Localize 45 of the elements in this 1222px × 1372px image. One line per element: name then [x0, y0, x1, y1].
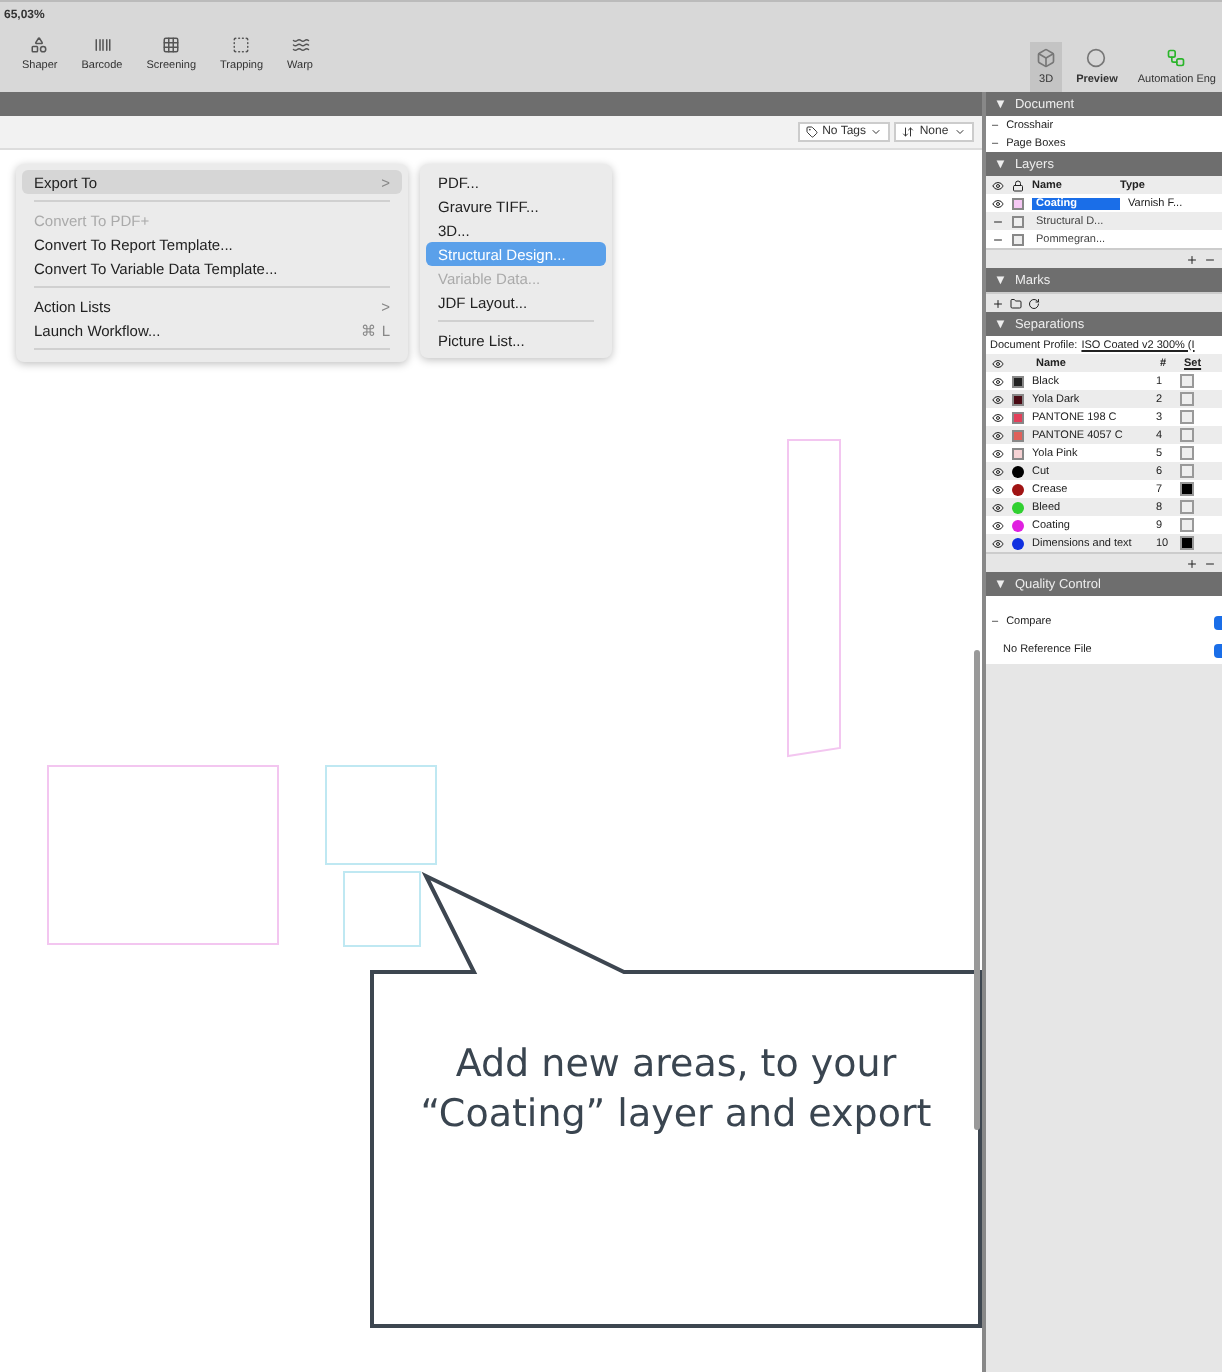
- sort-icon: [902, 126, 914, 138]
- shaper-icon: [30, 36, 49, 54]
- eye-icon[interactable]: [992, 411, 1004, 423]
- checkbox[interactable]: [1180, 464, 1194, 478]
- checkbox[interactable]: [1180, 446, 1194, 460]
- folder-icon[interactable]: [1010, 297, 1022, 309]
- tag-icon: [806, 126, 819, 138]
- eye-icon[interactable]: [992, 447, 1004, 459]
- checkbox[interactable]: [1180, 482, 1194, 496]
- eye-icon[interactable]: [992, 483, 1004, 495]
- eye-icon[interactable]: [992, 429, 1004, 441]
- checkbox[interactable]: [1180, 536, 1194, 550]
- eye-icon[interactable]: [992, 375, 1004, 387]
- cube-icon: [1036, 48, 1057, 68]
- add-icon[interactable]: [1186, 253, 1198, 265]
- checkbox[interactable]: [1180, 392, 1194, 406]
- eye-icon[interactable]: [992, 537, 1004, 549]
- remove-icon[interactable]: [1204, 557, 1216, 569]
- add-icon[interactable]: [1186, 557, 1198, 569]
- refresh-icon[interactable]: [1028, 297, 1040, 309]
- lock-icon[interactable]: [1012, 179, 1024, 191]
- chevron-down-icon: [870, 126, 882, 138]
- warp-icon: [291, 36, 310, 54]
- preview-icon: [1086, 48, 1107, 68]
- eye-icon[interactable]: [992, 501, 1004, 513]
- eye-icon[interactable]: [992, 519, 1004, 531]
- barcode-icon: [93, 36, 111, 54]
- eye-icon[interactable]: [992, 197, 1004, 209]
- callout-text: Add new areas, to your “Coating” layer and export: [418, 1040, 934, 1139]
- checkbox[interactable]: [1180, 518, 1194, 532]
- eye-icon[interactable]: [992, 179, 1004, 191]
- checkbox[interactable]: [1180, 500, 1194, 514]
- checkbox[interactable]: [1180, 410, 1194, 424]
- add-icon[interactable]: [992, 297, 1004, 309]
- eye-icon[interactable]: [992, 357, 1004, 369]
- trapping-icon: [232, 36, 251, 54]
- screening-icon: [162, 36, 181, 54]
- chevron-down-icon: [954, 126, 966, 138]
- automation-icon: [1166, 48, 1187, 68]
- checkbox[interactable]: [1180, 374, 1194, 388]
- eye-icon[interactable]: [992, 465, 1004, 477]
- checkbox[interactable]: [1180, 428, 1194, 442]
- eye-icon[interactable]: [992, 393, 1004, 405]
- scrollbar[interactable]: [974, 650, 980, 1130]
- remove-icon[interactable]: [1204, 253, 1216, 265]
